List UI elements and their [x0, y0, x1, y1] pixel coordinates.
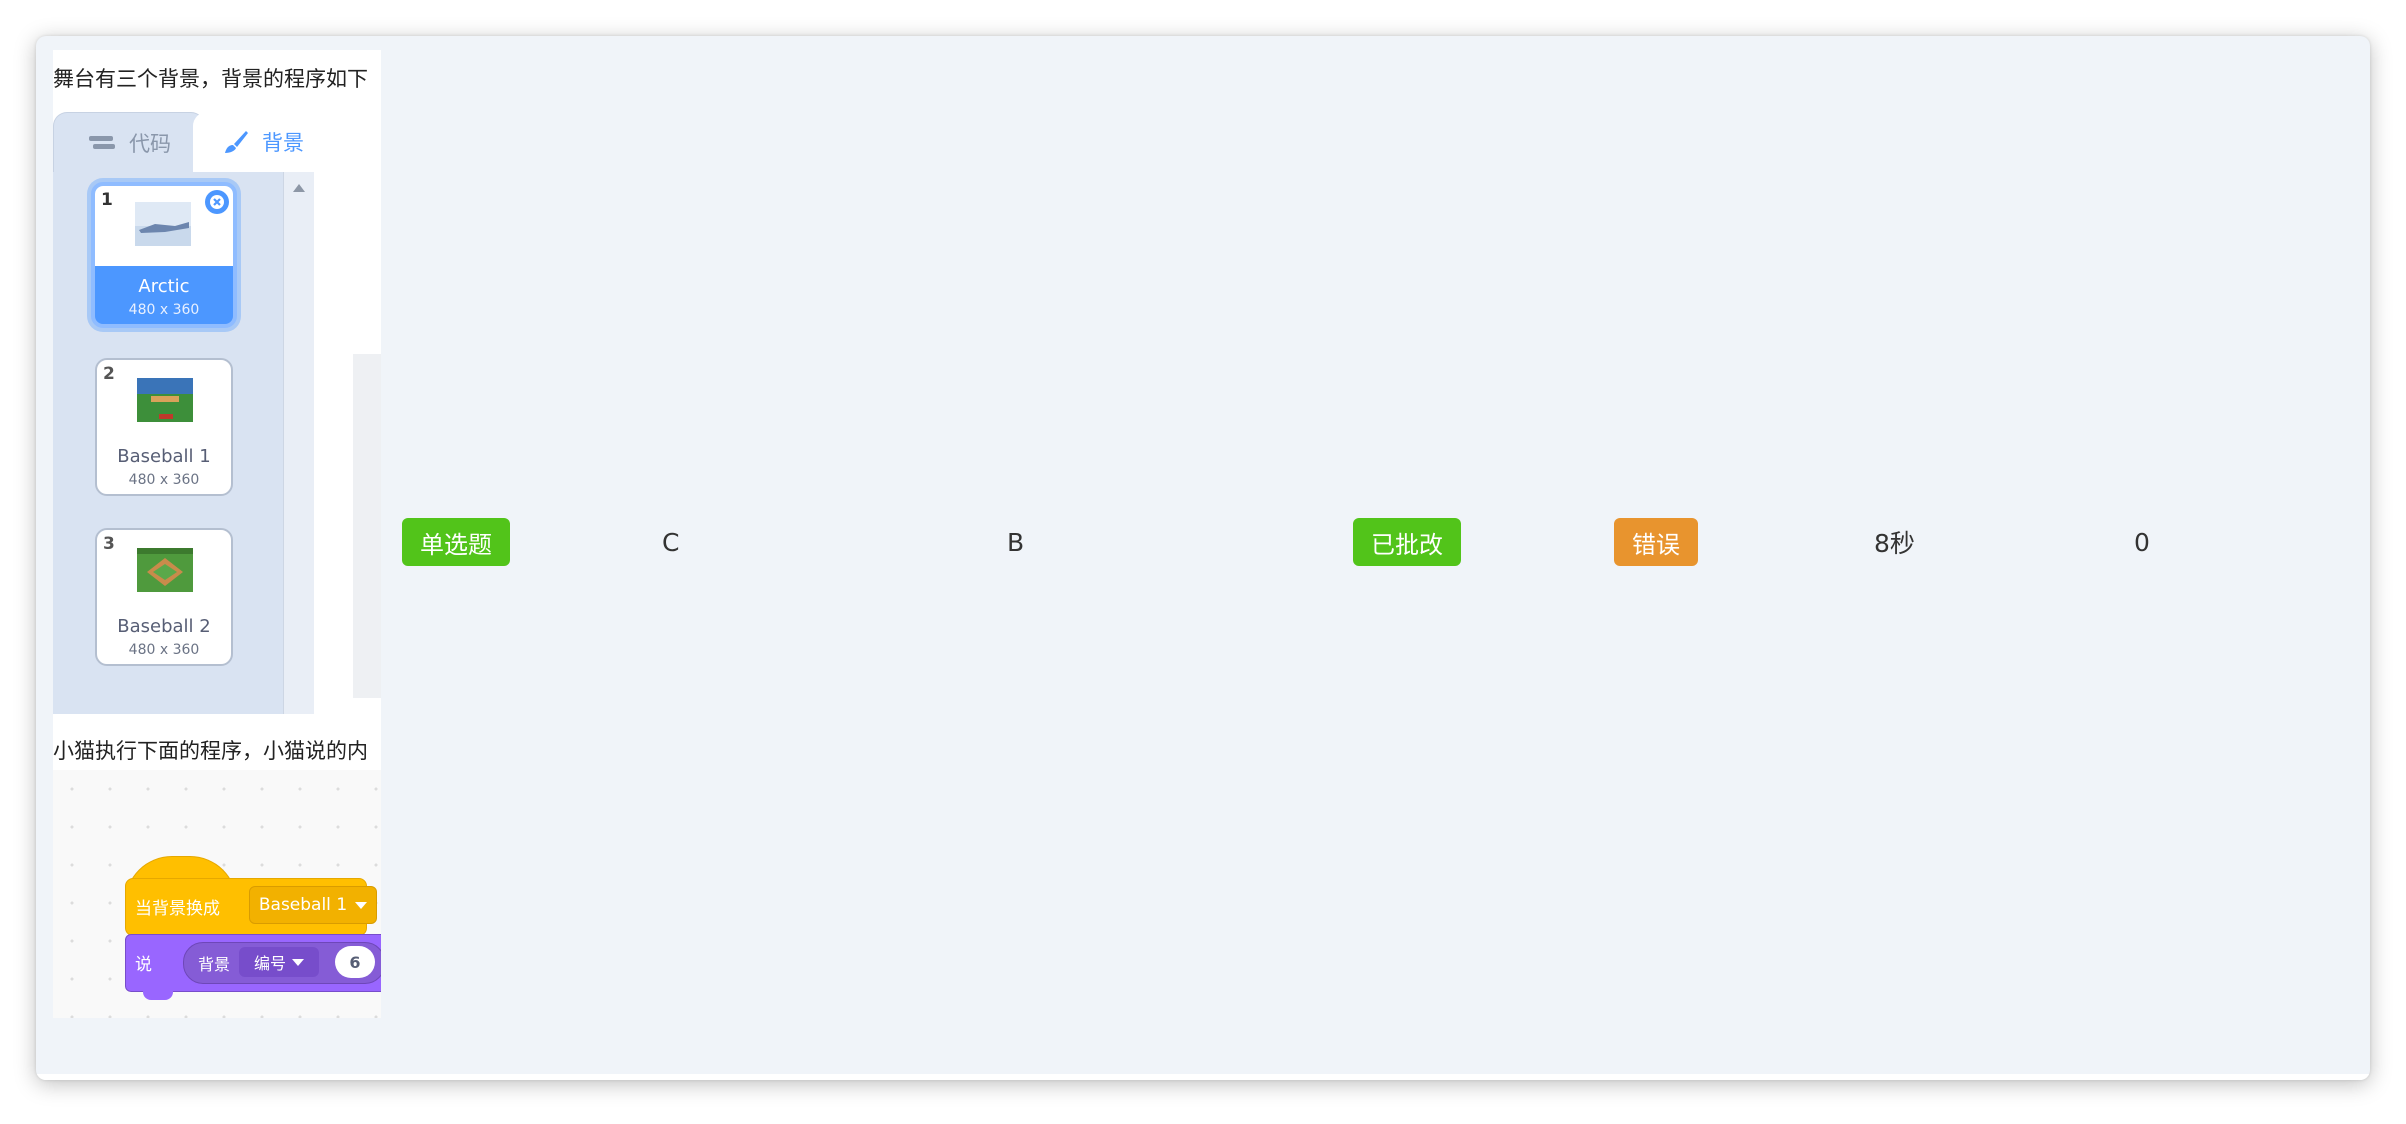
reporter-dropdown-value: 编号	[253, 954, 286, 973]
backdrop-name: Baseball 2	[117, 616, 211, 637]
tab-backdrop-label: 背景	[262, 131, 304, 155]
dropdown-caret-icon	[355, 901, 368, 909]
answer-record-card: 舞台有三个背景，背景的程序如下 代码 背景 1 Arctic 480 x 360…	[36, 36, 2370, 1080]
review-status-cell: 已批改	[1353, 518, 1461, 566]
dropdown-caret-icon	[292, 958, 304, 966]
tab-backdrop: 背景	[193, 112, 333, 172]
backdrop-item-1: 1 Arctic 480 x 360	[91, 182, 237, 328]
backdrop-dropdown: Baseball 1	[249, 886, 377, 924]
reporter-label: 背景	[198, 955, 231, 974]
tab-code-label: 代码	[129, 132, 171, 156]
code-icon	[87, 133, 117, 153]
scrollbar	[283, 172, 314, 714]
number-input: 6	[335, 946, 375, 978]
question-text-2: 小猫执行下面的程序，小猫说的内	[53, 739, 368, 763]
review-status-tag: 已批改	[1353, 518, 1461, 566]
backdrop-size: 480 x 360	[128, 302, 200, 318]
backdrop-item-3: 3 Baseball 2 480 x 360	[95, 528, 233, 666]
backdrop-item-2: 2 Baseball 1 480 x 360	[95, 358, 233, 496]
backdrop-number: 1	[101, 190, 113, 210]
correct-answer: C	[662, 527, 680, 557]
baseball-2-thumbnail	[137, 548, 193, 592]
baseball-1-thumbnail	[137, 378, 193, 422]
delete-icon	[205, 190, 229, 214]
backdrop-name: Baseball 1	[117, 446, 211, 467]
scratch-backdrop-panel-image: 代码 背景 1 Arctic 480 x 360 2 Baseball 1 48…	[53, 104, 333, 714]
question-type-cell: 单选题	[402, 518, 510, 566]
say-block-notch	[143, 988, 173, 1000]
result-cell: 错误	[1614, 518, 1698, 566]
tab-bar: 代码 背景	[53, 104, 333, 173]
score: 0	[2134, 527, 2150, 557]
time-spent: 8秒	[1874, 529, 1915, 558]
stage-edge	[353, 354, 381, 698]
backdrop-dropdown-value: Baseball 1	[258, 895, 348, 915]
bottom-divider	[36, 1074, 2370, 1080]
question-text-1: 舞台有三个背景，背景的程序如下	[53, 67, 368, 91]
result-tag: 错误	[1614, 518, 1698, 566]
reporter-dropdown: 编号	[239, 947, 319, 977]
backdrop-list: 1 Arctic 480 x 360 2 Baseball 1 480 x 36…	[53, 172, 283, 714]
say-block-label: 说	[135, 955, 152, 975]
backdrop-name: Arctic	[138, 276, 190, 297]
scroll-up-arrow-icon	[293, 184, 305, 192]
tab-code: 代码	[53, 112, 205, 173]
question-content: 舞台有三个背景，背景的程序如下 代码 背景 1 Arctic 480 x 360…	[53, 50, 381, 1018]
hat-block-label: 当背景换成	[135, 899, 220, 919]
backdrop-size: 480 x 360	[128, 642, 200, 658]
backdrop-number: 2	[103, 364, 115, 384]
scratch-code-area-image: 当背景换成 Baseball 1 说 背景 编号 6	[53, 770, 381, 1018]
backdrop-number: 3	[103, 534, 115, 554]
backdrop-size: 480 x 360	[128, 472, 200, 488]
question-type-tag: 单选题	[402, 518, 510, 566]
student-answer: B	[1007, 527, 1025, 557]
paintbrush-icon	[222, 128, 250, 156]
arctic-thumbnail	[135, 202, 191, 246]
